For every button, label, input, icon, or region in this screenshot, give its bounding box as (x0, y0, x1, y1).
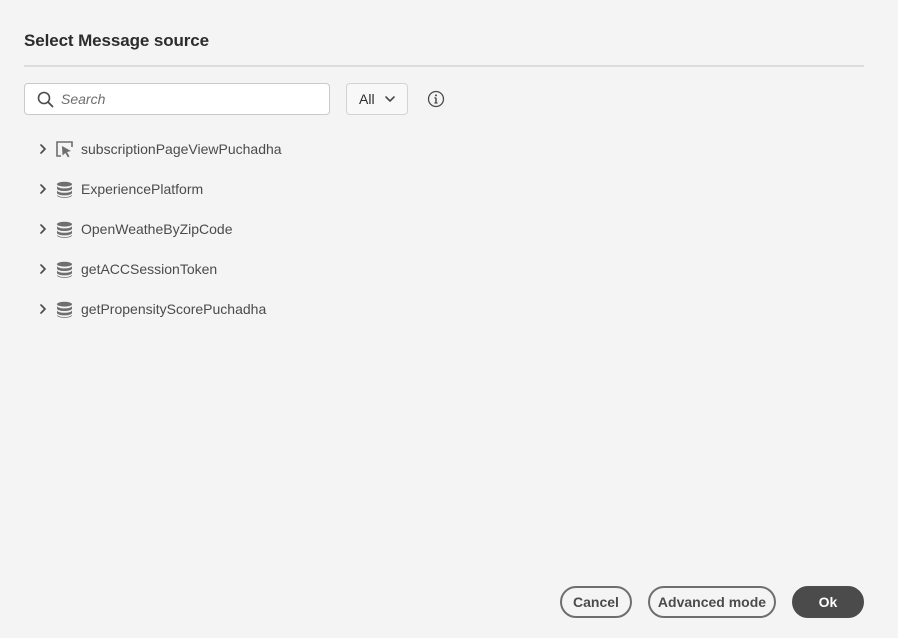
chevron-right-icon[interactable] (34, 140, 52, 158)
chevron-right-icon[interactable] (34, 180, 52, 198)
info-icon[interactable] (427, 90, 445, 108)
filter-selected-value: All (359, 91, 375, 107)
advanced-mode-button[interactable]: Advanced mode (648, 586, 776, 618)
search-icon (36, 90, 54, 108)
ok-button[interactable]: Ok (792, 586, 864, 618)
database-icon (55, 300, 73, 318)
tree-item-label: ExperiencePlatform (81, 181, 204, 197)
tree-item-label: getPropensityScorePuchadha (81, 301, 267, 317)
tree-item-label: OpenWeatheByZipCode (81, 221, 233, 237)
chevron-right-icon[interactable] (34, 300, 52, 318)
tree-item-get-propensity-score[interactable]: getPropensityScorePuchadha (34, 289, 534, 329)
select-message-source-dialog: Select Message source All (0, 0, 898, 638)
chevron-right-icon[interactable] (34, 260, 52, 278)
database-icon (55, 180, 73, 198)
title-divider (24, 65, 864, 67)
tree-item-open-weather-by-zip[interactable]: OpenWeatheByZipCode (34, 209, 534, 249)
tree-item-label: getACCSessionToken (81, 261, 218, 277)
cancel-button[interactable]: Cancel (560, 586, 632, 618)
search-input[interactable] (61, 91, 311, 107)
tree-item-label: subscriptionPageViewPuchadha (81, 141, 282, 157)
tree-item-get-acc-session-token[interactable]: getACCSessionToken (34, 249, 534, 289)
filter-dropdown[interactable]: All (346, 83, 408, 115)
tree-item-subscription-page-view[interactable]: subscriptionPageViewPuchadha (34, 129, 534, 169)
dialog-title: Select Message source (24, 31, 209, 50)
chevron-down-icon (384, 93, 396, 105)
source-tree: subscriptionPageViewPuchadha ExperienceP… (34, 129, 534, 329)
database-icon (55, 220, 73, 238)
tree-item-experience-platform[interactable]: ExperiencePlatform (34, 169, 534, 209)
chevron-right-icon[interactable] (34, 220, 52, 238)
search-field[interactable] (24, 83, 330, 115)
event-icon (55, 140, 73, 158)
database-icon (55, 260, 73, 278)
